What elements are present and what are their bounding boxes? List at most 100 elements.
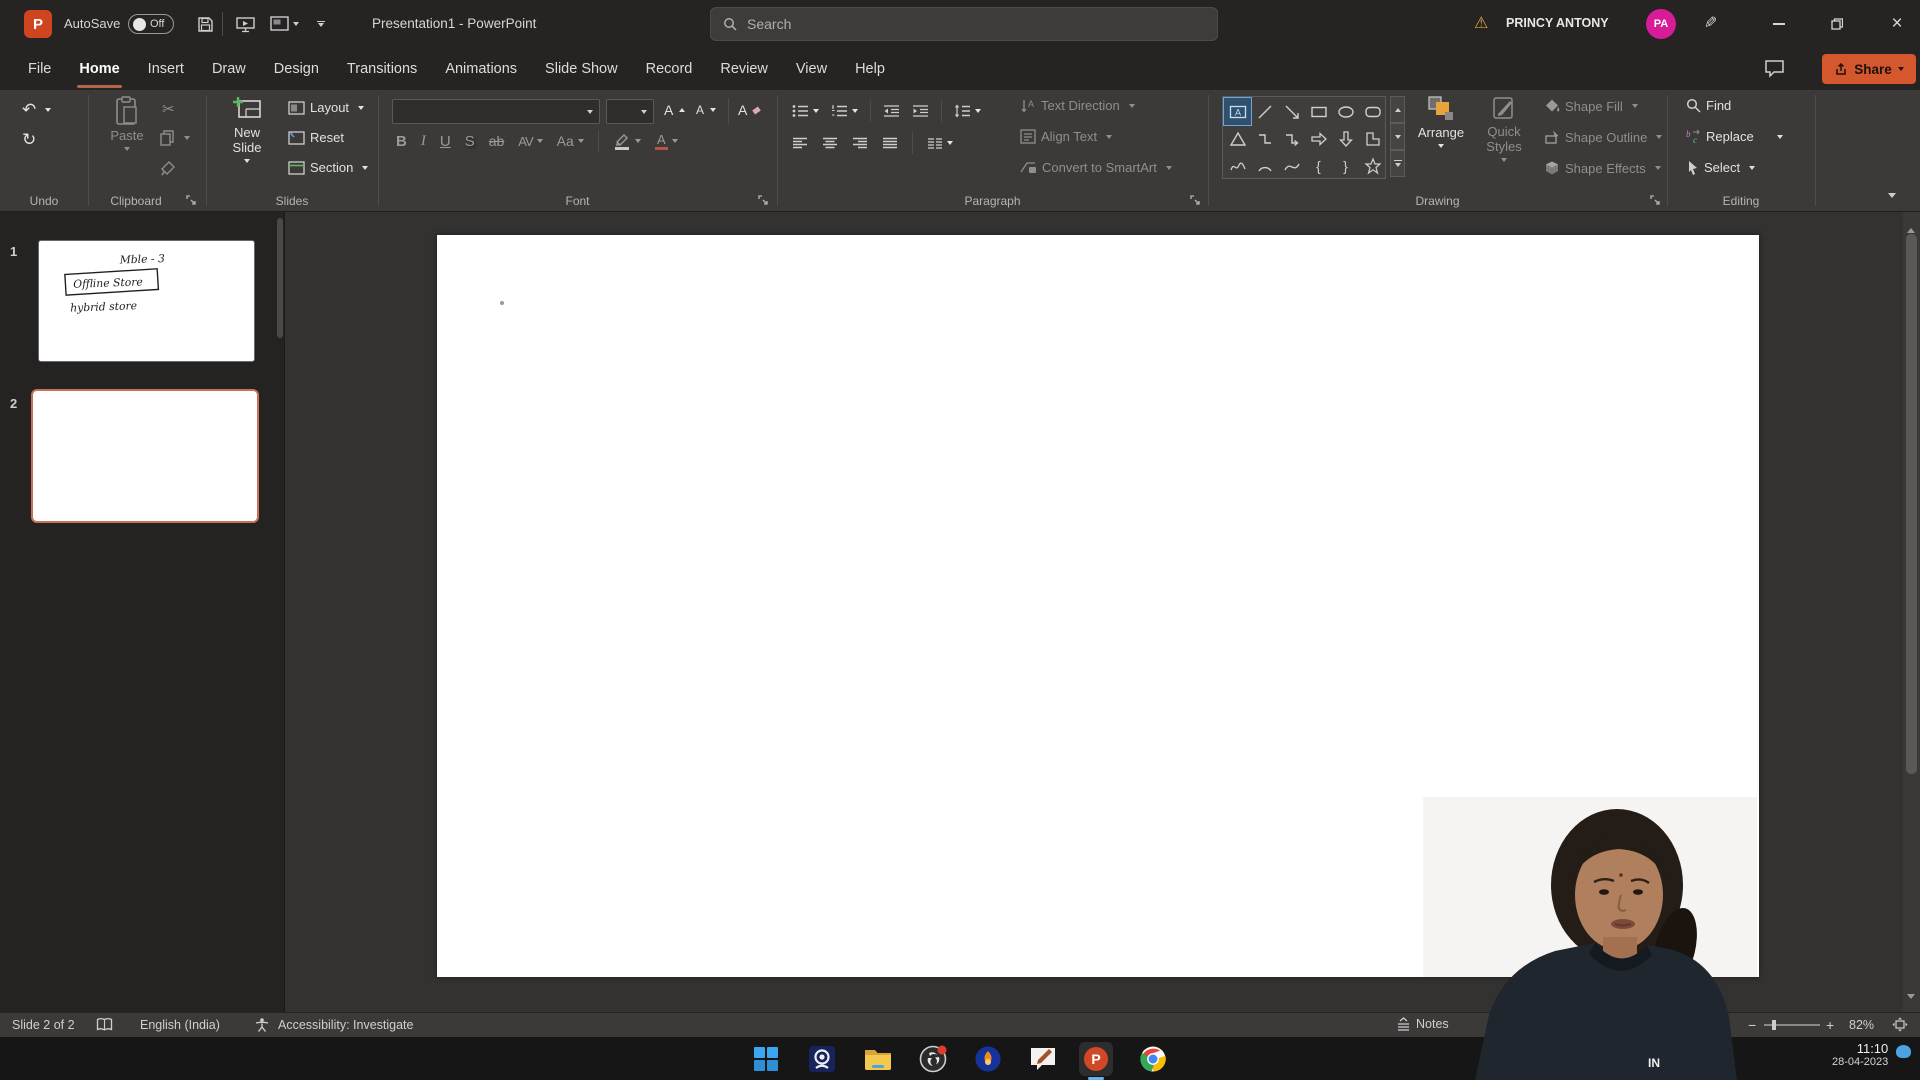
drawing-dialog-launcher[interactable]: [1650, 195, 1661, 206]
taskbar-obs-studio-button[interactable]: [916, 1042, 950, 1076]
strikethrough-button[interactable]: ab: [489, 133, 505, 149]
scroll-down-button[interactable]: [1907, 986, 1915, 1004]
underline-button[interactable]: U: [440, 133, 451, 150]
search-box[interactable]: [710, 7, 1218, 41]
tab-draw[interactable]: Draw: [198, 48, 260, 90]
powerpoint-app-icon[interactable]: P: [24, 10, 52, 38]
shape-textbox[interactable]: A: [1224, 98, 1251, 125]
font-name-combo[interactable]: [392, 99, 600, 124]
bullets-button[interactable]: [792, 104, 819, 118]
warning-icon[interactable]: ⚠: [1474, 13, 1488, 33]
replace-button[interactable]: b c Replace: [1686, 129, 1783, 144]
align-text-button[interactable]: Align Text: [1020, 129, 1112, 144]
shape-down-arrow[interactable]: [1332, 125, 1359, 152]
tab-slide-show[interactable]: Slide Show: [531, 48, 632, 90]
user-name[interactable]: PRINCY ANTONY: [1506, 16, 1609, 30]
shape-oval[interactable]: [1332, 98, 1359, 125]
tab-record[interactable]: Record: [632, 48, 707, 90]
tab-help[interactable]: Help: [841, 48, 899, 90]
language-indicator[interactable]: English (India): [140, 1018, 220, 1032]
spell-check-icon[interactable]: [96, 1017, 113, 1032]
columns-button[interactable]: [927, 137, 953, 150]
save-button[interactable]: [192, 11, 218, 37]
shape-right-brace[interactable]: }: [1332, 152, 1359, 179]
quick-styles-button[interactable]: Quick Styles: [1476, 96, 1532, 162]
highlight-color-button[interactable]: [613, 133, 641, 150]
tab-view[interactable]: View: [782, 48, 841, 90]
cut-button[interactable]: ✂: [162, 100, 175, 118]
paragraph-dialog-launcher[interactable]: [1190, 195, 1201, 206]
customize-qat-button[interactable]: [308, 11, 334, 37]
shape-line[interactable]: [1251, 98, 1278, 125]
zoom-slider-thumb[interactable]: [1772, 1020, 1776, 1030]
accessibility-status[interactable]: Accessibility: Investigate: [278, 1018, 413, 1032]
tab-animations[interactable]: Animations: [431, 48, 531, 90]
taskbar-powerpoint-button[interactable]: P: [1079, 1042, 1113, 1076]
justify-button[interactable]: [882, 137, 898, 150]
select-button[interactable]: Select: [1686, 160, 1755, 175]
tab-transitions[interactable]: Transitions: [333, 48, 431, 90]
tray-icon[interactable]: [1896, 1045, 1911, 1058]
zoom-in-button[interactable]: +: [1826, 1017, 1834, 1033]
gallery-scroll-up-button[interactable]: [1390, 96, 1405, 123]
shape-freeform[interactable]: [1359, 125, 1386, 152]
share-button[interactable]: Share: [1822, 54, 1916, 84]
align-left-button[interactable]: [792, 137, 808, 150]
bold-button[interactable]: B: [396, 133, 407, 150]
copy-button[interactable]: [160, 130, 190, 146]
shape-elbow-arrow-connector[interactable]: [1278, 125, 1305, 152]
character-spacing-button[interactable]: AV: [518, 134, 542, 149]
zoom-level[interactable]: 82%: [1849, 1018, 1874, 1032]
font-dialog-launcher[interactable]: [758, 195, 769, 206]
shape-right-arrow[interactable]: [1305, 125, 1332, 152]
arrange-button[interactable]: Arrange: [1412, 96, 1470, 148]
shape-star[interactable]: [1359, 152, 1386, 179]
shape-scribble[interactable]: [1224, 152, 1251, 179]
maximize-button[interactable]: [1816, 0, 1858, 48]
format-painter-button[interactable]: [160, 160, 176, 176]
fit-slide-to-window-button[interactable]: [1892, 1017, 1908, 1032]
convert-to-smartart-button[interactable]: Convert to SmartArt: [1020, 160, 1172, 175]
collapse-ribbon-button[interactable]: [1888, 185, 1896, 203]
taskbar-start-button[interactable]: [749, 1042, 783, 1076]
taskbar-clock[interactable]: 11:10 28-04-2023: [1832, 1041, 1888, 1068]
scrollbar-thumb[interactable]: [1906, 234, 1917, 774]
gallery-scroll-down-button[interactable]: [1390, 123, 1405, 150]
align-right-button[interactable]: [852, 137, 868, 150]
minimize-button[interactable]: [1758, 0, 1800, 48]
shape-effects-button[interactable]: Shape Effects: [1544, 160, 1661, 176]
shape-outline-button[interactable]: Shape Outline: [1544, 129, 1662, 145]
paste-button[interactable]: Paste: [100, 96, 154, 151]
new-slide-button[interactable]: New Slide: [218, 96, 276, 163]
numbering-button[interactable]: [831, 104, 858, 118]
decrease-indent-button[interactable]: [883, 104, 900, 118]
tab-design[interactable]: Design: [260, 48, 333, 90]
increase-indent-button[interactable]: [912, 104, 929, 118]
tab-insert[interactable]: Insert: [134, 48, 198, 90]
start-slideshow-button[interactable]: [232, 11, 258, 37]
shape-rectangle[interactable]: [1305, 98, 1332, 125]
slide-indicator[interactable]: Slide 2 of 2: [12, 1018, 75, 1032]
shape-left-brace[interactable]: {: [1305, 152, 1332, 179]
text-direction-button[interactable]: A Text Direction: [1020, 98, 1135, 113]
taskbar-camera-app-button[interactable]: [805, 1042, 839, 1076]
slide-1-thumbnail[interactable]: Mble - 3 Offline Store hybrid store: [38, 240, 255, 362]
italic-button[interactable]: I: [421, 133, 426, 150]
shape-fill-button[interactable]: Shape Fill: [1544, 98, 1638, 114]
shape-elbow-connector[interactable]: [1251, 125, 1278, 152]
gallery-more-button[interactable]: [1390, 150, 1405, 177]
section-button[interactable]: Section: [288, 160, 368, 175]
view-options-button[interactable]: [264, 11, 304, 37]
shape-curve[interactable]: [1278, 152, 1305, 179]
reset-button[interactable]: Reset: [288, 130, 344, 145]
align-center-button[interactable]: [822, 137, 838, 150]
change-case-button[interactable]: Aa: [557, 133, 584, 149]
taskbar-whiteboard-app-button[interactable]: [1026, 1042, 1060, 1076]
clipboard-dialog-launcher[interactable]: [186, 195, 197, 206]
clear-formatting-button[interactable]: A: [738, 102, 760, 118]
taskbar-chrome-button[interactable]: [1136, 1042, 1170, 1076]
text-shadow-button[interactable]: S: [465, 133, 475, 150]
slide-2-thumbnail-selected[interactable]: [31, 389, 259, 523]
autosave-toggle[interactable]: Off: [128, 14, 174, 34]
tab-review[interactable]: Review: [706, 48, 782, 90]
